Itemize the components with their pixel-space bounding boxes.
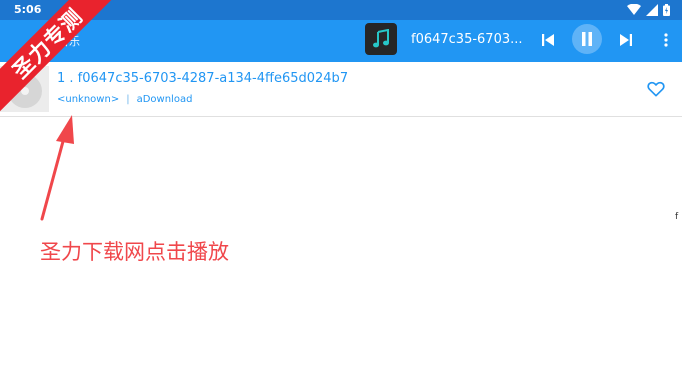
song-meta: <unknown> | aDownload xyxy=(57,94,192,105)
song-list-item[interactable]: 1 . f0647c35-6703-4287-a134-4ffe65d024b7… xyxy=(0,62,682,117)
wifi-icon xyxy=(627,4,641,15)
song-album: aDownload xyxy=(136,94,193,105)
previous-button[interactable] xyxy=(537,29,559,51)
now-playing-title[interactable]: f0647c35-6703... xyxy=(411,32,523,47)
more-vert-icon xyxy=(664,33,668,47)
app-bar: 音乐 f0647c35-6703... xyxy=(0,20,682,62)
now-playing-album-art[interactable] xyxy=(365,23,397,55)
skip-previous-icon xyxy=(542,34,554,46)
annotation-arrow-icon xyxy=(40,115,74,221)
music-note-icon xyxy=(373,29,389,48)
battery-icon xyxy=(663,4,670,16)
more-options-button[interactable] xyxy=(656,28,676,52)
skip-next-icon xyxy=(620,34,632,46)
app-screen: 5:06 音乐 f0647c35-6703... xyxy=(0,0,682,384)
annotation-text: 圣力下载网点击播放 xyxy=(40,240,229,264)
meta-separator: | xyxy=(126,94,130,105)
next-button[interactable] xyxy=(615,29,637,51)
status-icons xyxy=(627,3,670,17)
status-time: 5:06 xyxy=(14,3,42,16)
song-artist: <unknown> xyxy=(57,94,120,105)
pause-button[interactable] xyxy=(572,24,602,54)
heart-outline-icon[interactable] xyxy=(646,79,666,99)
song-title: 1 . f0647c35-6703-4287-a134-4ffe65d024b7 xyxy=(57,71,349,86)
pause-icon xyxy=(582,32,592,46)
edge-char: f xyxy=(675,212,679,222)
signal-icon xyxy=(646,4,658,16)
